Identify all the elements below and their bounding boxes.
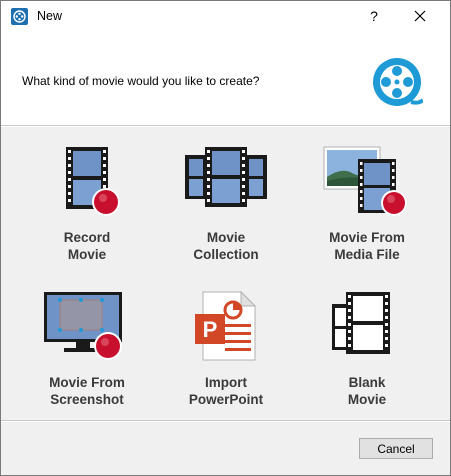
close-button[interactable]: [397, 1, 443, 31]
header-question: What kind of movie would you like to cre…: [22, 74, 260, 88]
cancel-button[interactable]: Cancel: [359, 438, 433, 459]
option-import-powerpoint[interactable]: P Import PowerPoint: [166, 290, 286, 420]
blank-movie-icon: [332, 292, 390, 354]
help-button[interactable]: ?: [351, 1, 397, 31]
dialog-footer: Cancel: [1, 422, 450, 475]
new-movie-dialog: New ? What kind of movie would you like …: [0, 0, 451, 476]
record-movie-icon: [66, 147, 120, 216]
option-label: Blank Movie: [347, 375, 387, 407]
option-label: Movie Collection: [193, 230, 259, 262]
screenshot-icon: [44, 292, 122, 360]
media-file-icon: [323, 146, 407, 216]
option-label: Import PowerPoint: [188, 375, 264, 407]
movie-collection-icon: [185, 147, 267, 207]
option-blank-movie[interactable]: Blank Movie: [307, 290, 427, 420]
option-record-movie[interactable]: Record Movie: [27, 145, 147, 275]
option-movie-from-screenshot[interactable]: Movie From Screenshot: [27, 290, 147, 420]
film-reel-logo-icon: [373, 58, 423, 106]
option-label: Record Movie: [63, 230, 111, 262]
option-movie-from-media-file[interactable]: Movie From Media File: [307, 145, 427, 275]
title-bar: New ?: [1, 1, 450, 31]
option-movie-collection[interactable]: Movie Collection: [166, 145, 286, 275]
options-panel: Record Movie Movie Collection Movie From…: [1, 127, 450, 421]
powerpoint-icon: P: [195, 290, 257, 361]
app-icon: [11, 8, 28, 25]
dialog-header: What kind of movie would you like to cre…: [1, 31, 450, 126]
window-title: New: [37, 9, 63, 23]
option-label: Movie From Screenshot: [49, 375, 125, 407]
svg-text:P: P: [203, 317, 218, 342]
option-label: Movie From Media File: [329, 230, 405, 262]
close-icon: [414, 10, 426, 22]
